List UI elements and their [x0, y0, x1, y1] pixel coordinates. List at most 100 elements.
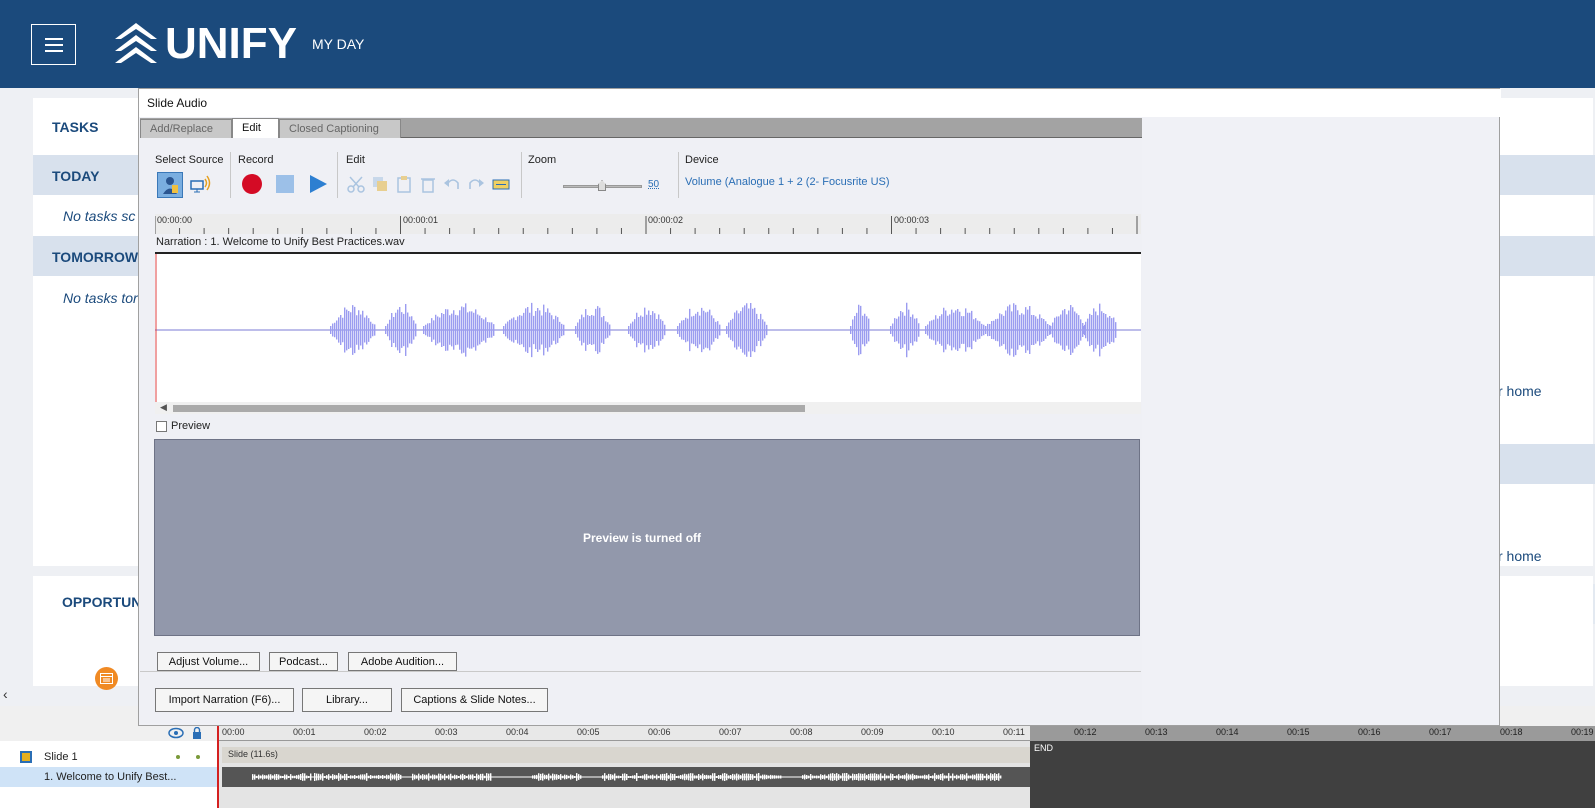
unify-logo[interactable]: UNIFY	[113, 20, 297, 68]
timeline-tick: 00:15	[1287, 727, 1310, 737]
timeline-tick: 00:01	[293, 727, 316, 737]
timeline-tick: 00:02	[364, 727, 387, 737]
stop-icon	[276, 175, 294, 193]
dialog-title: Slide Audio	[139, 89, 1501, 117]
group-divider	[337, 152, 338, 198]
podcast-button[interactable]: Podcast...	[269, 652, 338, 671]
preview-label: Preview	[171, 420, 211, 432]
insert-silence-button[interactable]	[490, 173, 512, 195]
redo-icon	[469, 179, 484, 189]
brand-name: UNIFY	[165, 19, 297, 68]
import-narration-button[interactable]: Import Narration (F6)...	[155, 688, 294, 712]
waveform-scrollbar-thumb[interactable]	[173, 405, 805, 412]
zoom-label: Zoom	[528, 154, 557, 166]
select-source-label: Select Source	[155, 154, 224, 166]
play-icon	[310, 175, 327, 193]
timeline-tick: 00:17	[1429, 727, 1452, 737]
timeline-tick: 00:12	[1074, 727, 1097, 737]
lock-icon[interactable]	[192, 727, 202, 739]
computer-speaker-icon	[190, 175, 211, 193]
edit-label: Edit	[346, 154, 365, 166]
library-button[interactable]: Library...	[302, 688, 392, 712]
group-divider	[521, 152, 522, 198]
home-link-2[interactable]: r home	[1498, 548, 1542, 564]
timeline-tick: 00:00	[222, 727, 245, 737]
dialog-divider	[140, 671, 1141, 672]
waveform-editor[interactable]	[155, 252, 1141, 402]
nav-my-day[interactable]: MY DAY	[312, 36, 364, 52]
undo-button[interactable]	[441, 173, 463, 195]
timeline-audio-clip[interactable]	[222, 767, 1030, 787]
redo-button[interactable]	[465, 173, 487, 195]
dialog-side-area	[1142, 117, 1499, 725]
adjust-volume-button[interactable]: Adjust Volume...	[157, 652, 260, 671]
undo-icon	[444, 179, 459, 189]
home-link-1[interactable]: r home	[1498, 383, 1542, 399]
paste-button[interactable]	[393, 173, 415, 195]
record-button[interactable]	[241, 173, 263, 195]
preview-checkbox[interactable]	[156, 420, 167, 432]
menu-icon	[44, 37, 63, 40]
opportunities-title: OPPORTUNI	[62, 594, 146, 610]
eye-icon[interactable]	[168, 727, 184, 739]
today-empty-note: No tasks sc	[63, 208, 136, 224]
ruler-tick-1: 00:00:01	[403, 215, 439, 225]
unify-logo-icon	[115, 23, 157, 63]
timeline-tick: 00:19	[1571, 727, 1594, 737]
menu-icon-line	[44, 43, 63, 46]
adobe-audition-button[interactable]: Adobe Audition...	[348, 652, 457, 671]
playhead[interactable]	[217, 726, 219, 808]
group-divider	[678, 152, 679, 198]
today-label: TODAY	[52, 168, 100, 184]
preview-area: Preview is turned off	[154, 439, 1140, 636]
hamburger-menu-button[interactable]	[31, 24, 76, 65]
microphone-source-button[interactable]	[157, 172, 183, 198]
tab-add-replace[interactable]: Add/Replace	[140, 119, 232, 138]
menu-icon-line	[44, 49, 63, 52]
preview-toggle[interactable]: Preview	[156, 420, 210, 432]
captions-slide-notes-button[interactable]: Captions & Slide Notes...	[401, 688, 548, 712]
ruler-tick-0: 00:00:00	[157, 215, 193, 225]
paste-icon	[397, 176, 411, 193]
dialog-tabstrip: Add/Replace Edit Closed Captioning	[140, 118, 1142, 139]
tab-edit[interactable]: Edit	[232, 118, 279, 139]
timeline-tick: 00:05	[577, 727, 600, 737]
delete-button[interactable]	[417, 173, 439, 195]
scissors-icon	[347, 176, 365, 193]
record-icon	[242, 174, 262, 194]
timeline-audio-label: 1. Welcome to Unify Best...	[44, 771, 177, 783]
play-button[interactable]	[307, 173, 329, 195]
waveform-graphic	[155, 254, 1141, 402]
scroll-left-arrow-icon[interactable]: ◀	[160, 402, 167, 413]
system-audio-source-button[interactable]	[190, 173, 212, 195]
record-label: Record	[238, 154, 274, 166]
timeline-end-label: END	[1034, 743, 1054, 753]
timeline-end-area: END	[1030, 741, 1595, 808]
silence-icon	[492, 179, 510, 190]
preview-status-message: Preview is turned off	[582, 530, 702, 545]
lock-dot-icon[interactable]	[196, 755, 200, 759]
timeline-slide-bar[interactable]: Slide (11.6s)	[222, 747, 1030, 763]
timeline-tick: 00:06	[648, 727, 671, 737]
visibility-dot-icon[interactable]	[176, 755, 180, 759]
cut-button[interactable]	[345, 173, 367, 195]
timeline-row-slide[interactable]: Slide 1	[0, 747, 217, 767]
stop-button[interactable]	[274, 173, 296, 195]
ruler-tick-3: 00:00:03	[894, 215, 930, 225]
timeline-slide-label: Slide 1	[44, 751, 78, 763]
tab-closed-captioning[interactable]: Closed Captioning	[279, 119, 401, 138]
copy-button[interactable]	[369, 173, 391, 195]
trash-icon	[421, 178, 435, 193]
scroll-left-icon[interactable]: ‹	[3, 686, 8, 702]
timeline-tick: 00:16	[1358, 727, 1381, 737]
timeline-row-audio[interactable]: 1. Welcome to Unify Best...	[0, 767, 217, 787]
zoom-value[interactable]: 50	[648, 179, 659, 190]
device-selector[interactable]: Volume (Analogue 1 + 2 (2- Focusrite US)	[685, 176, 890, 188]
timeline-tick: 00:07	[719, 727, 742, 737]
calendar-icon[interactable]	[95, 667, 118, 690]
copy-icon	[373, 177, 387, 191]
timeline-tick: 00:08	[790, 727, 813, 737]
slide-color-icon	[20, 751, 32, 763]
timeline-tick: 00:03	[435, 727, 458, 737]
timeline-tick: 00:04	[506, 727, 529, 737]
